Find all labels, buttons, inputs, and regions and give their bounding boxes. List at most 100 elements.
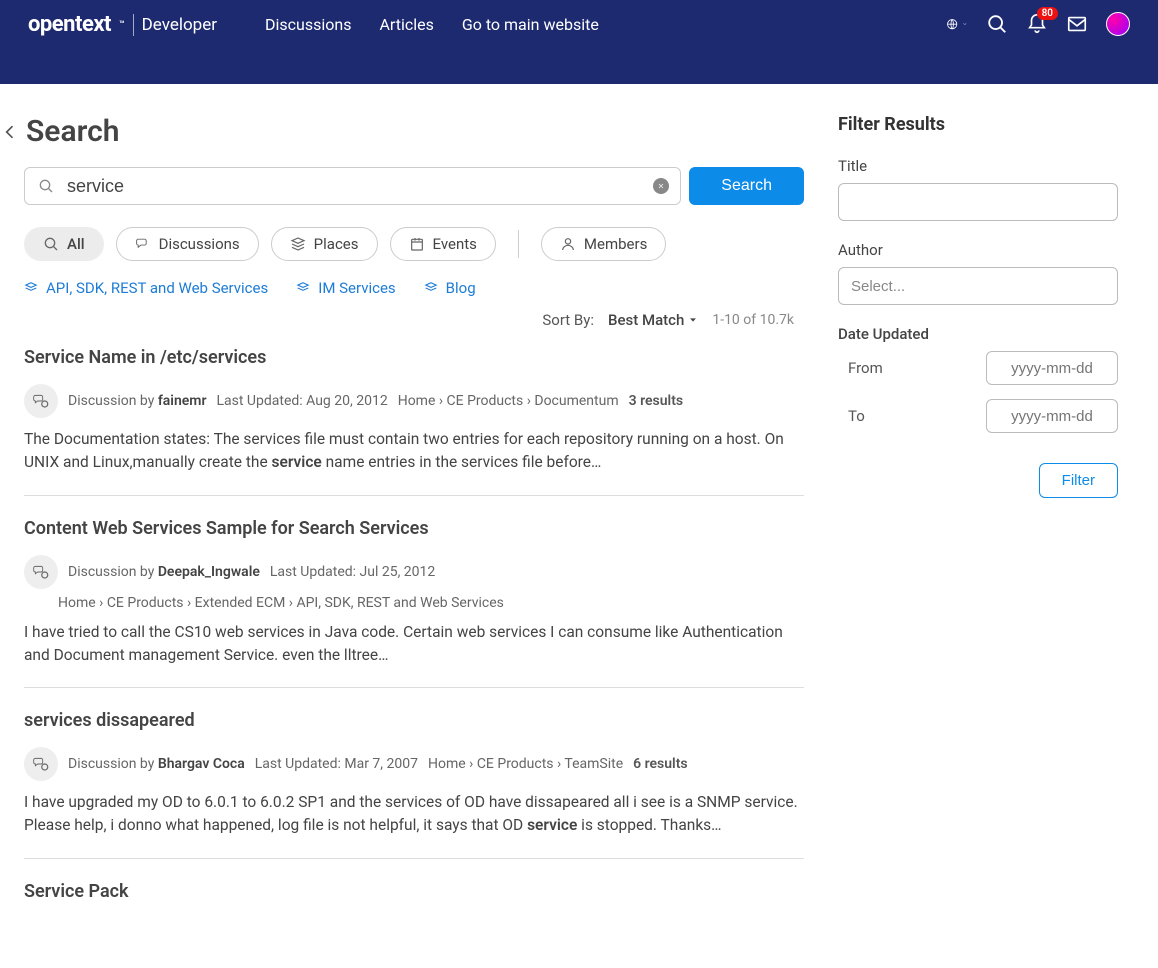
back-chevron-icon[interactable] bbox=[0, 122, 20, 142]
tab-members-label: Members bbox=[584, 235, 647, 253]
filter-title-input[interactable] bbox=[838, 183, 1118, 221]
result-breadcrumb[interactable]: Home › CE Products › Extended ECM › API,… bbox=[58, 595, 504, 611]
logo-text: opentext bbox=[28, 12, 111, 37]
result-author[interactable]: fainemr bbox=[158, 393, 207, 409]
globe-icon[interactable] bbox=[946, 13, 968, 35]
notification-badge: 80 bbox=[1037, 7, 1058, 20]
filter-author-input[interactable] bbox=[838, 267, 1118, 305]
result-meta2: Home › CE Products › Extended ECM › API,… bbox=[24, 595, 804, 611]
subfilter-blog-label: Blog bbox=[446, 279, 476, 297]
date-from-row: From bbox=[838, 351, 1118, 385]
stack-icon bbox=[424, 281, 438, 295]
logo-tm: ™ bbox=[119, 20, 125, 30]
result-updated: Last Updated: Jul 25, 2012 bbox=[270, 564, 435, 580]
subfilter-blog[interactable]: Blog bbox=[424, 279, 476, 297]
search-input-icon bbox=[38, 178, 54, 194]
sort-dropdown[interactable]: Best Match bbox=[608, 311, 698, 329]
search-icon[interactable] bbox=[986, 13, 1008, 35]
result-updated: Last Updated: Aug 20, 2012 bbox=[217, 393, 388, 409]
top-header: opentext ™ Developer Discussions Articles… bbox=[0, 0, 1158, 84]
logo[interactable]: opentext ™ Developer bbox=[28, 12, 217, 37]
tab-events[interactable]: Events bbox=[390, 227, 496, 261]
date-from-input[interactable] bbox=[986, 351, 1118, 385]
subfilters: API, SDK, REST and Web Services IM Servi… bbox=[0, 279, 804, 297]
avatar[interactable] bbox=[1106, 12, 1130, 36]
tab-places[interactable]: Places bbox=[271, 227, 378, 261]
nav-articles[interactable]: Articles bbox=[379, 15, 433, 34]
header-left: opentext ™ Developer Discussions Articles… bbox=[28, 12, 599, 37]
content-column: Search Search All Discussions Places bbox=[0, 114, 804, 938]
result-snippet: I have upgraded my OD to 6.0.1 to 6.0.2 … bbox=[24, 791, 804, 838]
date-to-row: To bbox=[838, 399, 1118, 433]
results-list: Service Name in /etc/services Discussion… bbox=[0, 339, 804, 938]
chevron-down-icon bbox=[962, 19, 968, 29]
subfilter-im[interactable]: IM Services bbox=[296, 279, 395, 297]
stack-icon bbox=[24, 281, 38, 295]
search-row: Search bbox=[0, 167, 804, 205]
header-right: 80 bbox=[946, 12, 1130, 36]
sort-label: Sort By: bbox=[542, 311, 594, 329]
page-title: Search bbox=[26, 114, 119, 149]
logo-subtext: Developer bbox=[142, 15, 217, 35]
result-range: 1-10 of 10.7k bbox=[712, 312, 794, 328]
filter-sidebar: Filter Results Title Author Date Updated… bbox=[838, 114, 1138, 938]
search-box bbox=[24, 167, 681, 205]
clear-icon[interactable] bbox=[653, 178, 669, 194]
top-nav: Discussions Articles Go to main website bbox=[265, 15, 599, 34]
filter-button[interactable]: Filter bbox=[1039, 463, 1118, 498]
stack-icon bbox=[296, 281, 310, 295]
sort-row: Sort By: Best Match 1-10 of 10.7k bbox=[0, 311, 804, 329]
mail-icon[interactable] bbox=[1066, 13, 1088, 35]
tabs-row: All Discussions Places Events Members bbox=[0, 227, 804, 261]
result-meta: Discussion by Deepak_Ingwale Last Update… bbox=[24, 555, 804, 589]
result-count: 6 results bbox=[633, 756, 687, 772]
by-label: Discussion by bbox=[68, 393, 154, 409]
filter-author-label: Author bbox=[838, 241, 1118, 259]
result-title[interactable]: Service Pack bbox=[24, 881, 804, 902]
result-meta: Discussion by Bhargav Coca Last Updated:… bbox=[24, 747, 804, 781]
tab-places-label: Places bbox=[314, 235, 359, 253]
result-updated: Last Updated: Mar 7, 2007 bbox=[255, 756, 418, 772]
tab-members[interactable]: Members bbox=[541, 227, 666, 261]
logo-divider bbox=[133, 14, 134, 36]
result-breadcrumb[interactable]: Home › CE Products › TeamSite bbox=[428, 756, 623, 772]
by-label: Discussion by bbox=[68, 564, 154, 580]
filter-date-label: Date Updated bbox=[838, 325, 1118, 343]
to-label: To bbox=[848, 407, 865, 425]
tab-all-label: All bbox=[67, 235, 85, 253]
tab-events-label: Events bbox=[433, 235, 477, 253]
result-author[interactable]: Deepak_Ingwale bbox=[158, 564, 260, 580]
result-title[interactable]: Service Name in /etc/services bbox=[24, 347, 804, 368]
title-row: Search bbox=[0, 114, 804, 149]
result-meta: Discussion by fainemr Last Updated: Aug … bbox=[24, 384, 804, 418]
main-layout: Search Search All Discussions Places bbox=[0, 84, 1158, 968]
result-title[interactable]: Content Web Services Sample for Search S… bbox=[24, 518, 804, 539]
tab-all[interactable]: All bbox=[24, 227, 104, 261]
date-to-input[interactable] bbox=[986, 399, 1118, 433]
nav-discussions[interactable]: Discussions bbox=[265, 15, 351, 34]
search-input[interactable] bbox=[24, 167, 681, 205]
result-title[interactable]: services dissapeared bbox=[24, 710, 804, 731]
discussion-icon bbox=[24, 384, 58, 418]
result-count: 3 results bbox=[629, 393, 683, 409]
result-breadcrumb[interactable]: Home › CE Products › Documentum bbox=[398, 393, 619, 409]
tab-discussions[interactable]: Discussions bbox=[116, 227, 259, 261]
sort-value: Best Match bbox=[608, 311, 684, 329]
discussion-icon bbox=[24, 747, 58, 781]
result-item: Service Pack bbox=[24, 858, 804, 938]
nav-main-website[interactable]: Go to main website bbox=[462, 15, 599, 34]
filter-title-label: Title bbox=[838, 157, 1118, 175]
filter-heading: Filter Results bbox=[838, 114, 1118, 135]
result-snippet: I have tried to call the CS10 web servic… bbox=[24, 621, 804, 668]
result-item: services dissapeared Discussion by Bharg… bbox=[24, 687, 804, 858]
subfilter-api[interactable]: API, SDK, REST and Web Services bbox=[24, 279, 268, 297]
search-button[interactable]: Search bbox=[689, 167, 804, 205]
bell-icon[interactable]: 80 bbox=[1026, 13, 1048, 35]
discussion-icon bbox=[24, 555, 58, 589]
subfilter-api-label: API, SDK, REST and Web Services bbox=[46, 279, 268, 297]
from-label: From bbox=[848, 359, 883, 377]
result-snippet: The Documentation states: The services f… bbox=[24, 428, 804, 475]
result-item: Content Web Services Sample for Search S… bbox=[24, 495, 804, 688]
tab-separator bbox=[518, 230, 519, 258]
result-author[interactable]: Bhargav Coca bbox=[158, 756, 245, 772]
